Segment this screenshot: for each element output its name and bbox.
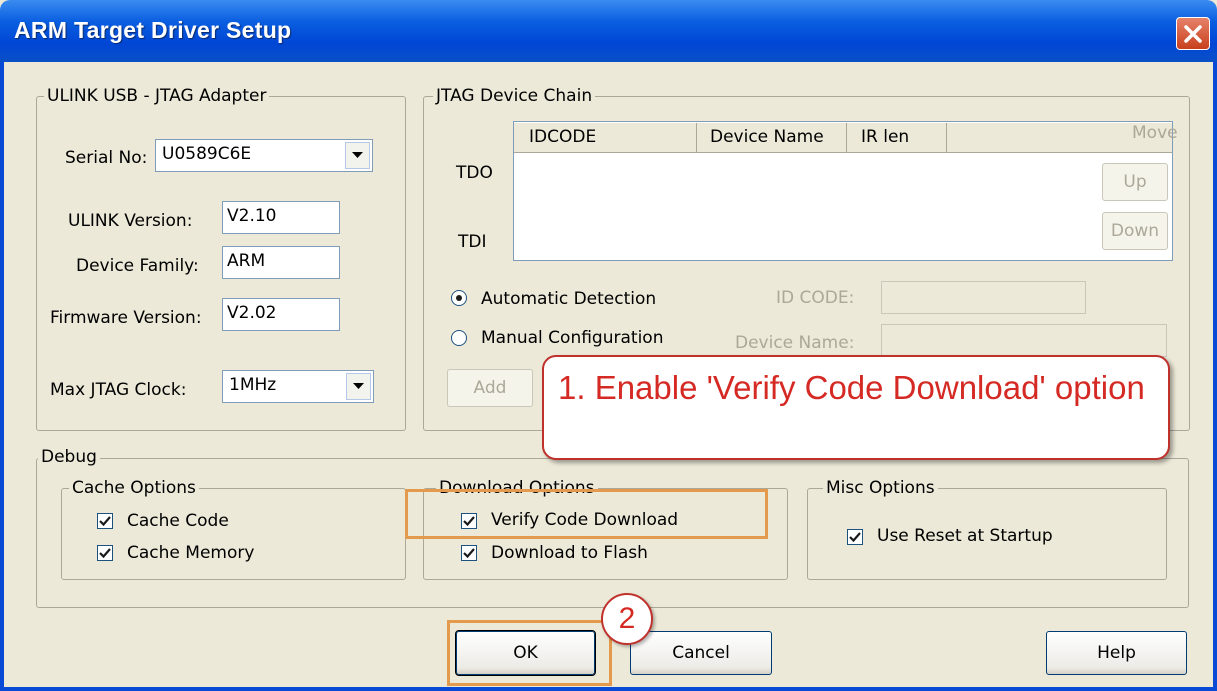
cache-memory-checkbox[interactable] bbox=[97, 545, 113, 561]
id-code-label: ID CODE: bbox=[776, 288, 855, 308]
move-down-button[interactable]: Down bbox=[1102, 212, 1168, 250]
clock-select[interactable]: 1MHz bbox=[222, 370, 374, 403]
automatic-detection-radio[interactable] bbox=[451, 290, 467, 306]
close-icon bbox=[1184, 25, 1202, 43]
checkmark-icon bbox=[99, 516, 111, 527]
ulink-version-field[interactable]: V2.10 bbox=[222, 201, 340, 234]
cache-options-label: Cache Options bbox=[69, 478, 199, 498]
close-button[interactable] bbox=[1176, 17, 1210, 50]
download-to-flash-label[interactable]: Download to Flash bbox=[491, 543, 648, 563]
help-button[interactable]: Help bbox=[1046, 631, 1187, 675]
chevron-down-icon bbox=[353, 383, 364, 389]
download-to-flash-checkbox[interactable] bbox=[461, 545, 477, 561]
tdo-label: TDO bbox=[456, 163, 493, 183]
cache-options-group bbox=[61, 488, 406, 580]
use-reset-at-startup-checkbox[interactable] bbox=[847, 529, 863, 545]
device-name-label: Device Name: bbox=[735, 333, 855, 353]
firmware-field[interactable]: V2.02 bbox=[222, 298, 340, 331]
adapter-group-label: ULINK USB - JTAG Adapter bbox=[44, 86, 270, 106]
checkmark-icon bbox=[463, 548, 475, 559]
clock-value: 1MHz bbox=[229, 375, 277, 395]
device-family-field[interactable]: ARM bbox=[222, 246, 340, 279]
column-header-ir-len[interactable]: IR len bbox=[847, 123, 947, 153]
serial-select[interactable]: U0589C6E bbox=[155, 139, 373, 172]
checkmark-icon bbox=[99, 548, 111, 559]
title-bar: ARM Target Driver Setup bbox=[0, 0, 1217, 62]
debug-group-label: Debug bbox=[38, 447, 100, 467]
window-title: ARM Target Driver Setup bbox=[14, 17, 292, 43]
checkmark-icon bbox=[849, 532, 861, 543]
cache-code-label[interactable]: Cache Code bbox=[127, 511, 229, 531]
cache-code-checkbox[interactable] bbox=[97, 513, 113, 529]
device-family-label: Device Family: bbox=[76, 256, 199, 276]
id-code-field[interactable] bbox=[881, 281, 1086, 314]
column-header-idcode[interactable]: IDCODE bbox=[514, 123, 697, 153]
cancel-button[interactable]: Cancel bbox=[630, 631, 772, 675]
serial-label: Serial No: bbox=[65, 148, 148, 168]
column-header-device-name[interactable]: Device Name bbox=[697, 123, 847, 153]
move-label: Move bbox=[1132, 123, 1178, 143]
jtag-device-table[interactable]: IDCODE Device Name IR len bbox=[513, 121, 1173, 261]
add-button[interactable]: Add bbox=[447, 369, 533, 407]
move-up-button[interactable]: Up bbox=[1102, 163, 1168, 201]
firmware-label: Firmware Version: bbox=[50, 308, 202, 328]
instruction-callout-text: 1. Enable 'Verify Code Download' option bbox=[558, 369, 1145, 406]
manual-configuration-radio[interactable] bbox=[451, 330, 467, 346]
use-reset-at-startup-label[interactable]: Use Reset at Startup bbox=[877, 526, 1053, 546]
manual-configuration-label[interactable]: Manual Configuration bbox=[481, 328, 663, 348]
step-2-badge: 2 bbox=[601, 593, 653, 645]
jtag-group-label: JTAG Device Chain bbox=[433, 86, 596, 106]
serial-value: U0589C6E bbox=[162, 144, 252, 164]
serial-dropdown-button[interactable] bbox=[345, 142, 370, 169]
clock-dropdown-button[interactable] bbox=[346, 373, 371, 400]
cache-memory-label[interactable]: Cache Memory bbox=[127, 543, 254, 563]
misc-options-label: Misc Options bbox=[823, 478, 938, 498]
verify-option-highlight bbox=[405, 489, 768, 539]
ulink-version-label: ULINK Version: bbox=[68, 211, 193, 231]
instruction-callout: 1. Enable 'Verify Code Download' option bbox=[542, 355, 1170, 460]
device-name-field[interactable] bbox=[881, 324, 1167, 357]
clock-label: Max JTAG Clock: bbox=[50, 380, 187, 400]
automatic-detection-label[interactable]: Automatic Detection bbox=[481, 289, 656, 309]
chevron-down-icon bbox=[352, 152, 363, 158]
tdi-label: TDI bbox=[458, 232, 487, 252]
ok-button-highlight bbox=[447, 620, 612, 686]
